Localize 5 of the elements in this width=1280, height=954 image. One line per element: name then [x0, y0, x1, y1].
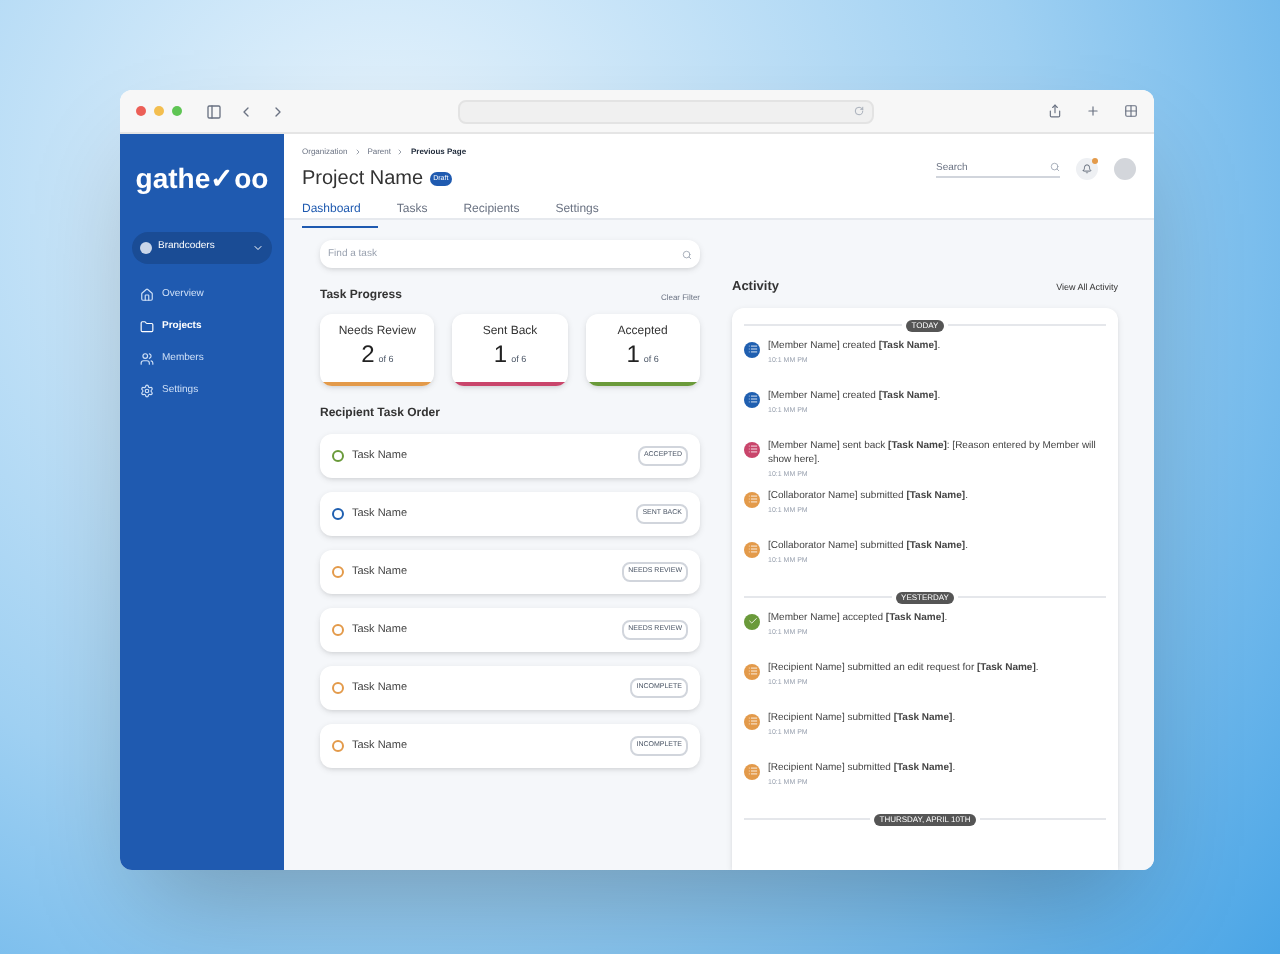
card-count: 2: [361, 342, 375, 368]
card-count: 1: [493, 342, 508, 368]
project-title: Project Name: [302, 166, 424, 194]
logo: gathe✓oo: [133, 160, 271, 198]
card-count: 1: [626, 342, 640, 368]
